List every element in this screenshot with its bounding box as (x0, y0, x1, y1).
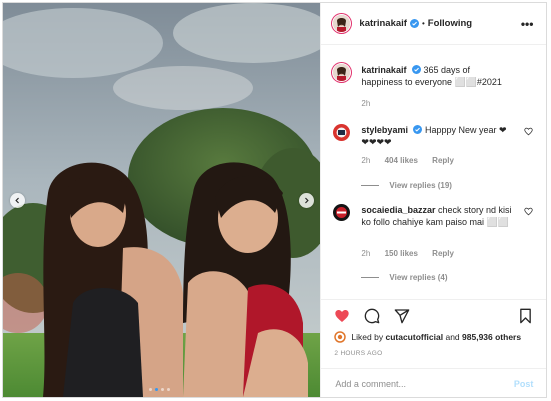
verified-badge-icon (409, 19, 419, 28)
avatar-image (333, 15, 351, 32)
caption-username[interactable]: katrinakaif (361, 65, 406, 75)
carousel-dot-active (155, 388, 158, 391)
add-comment-bar: Post (321, 368, 546, 397)
post-comment-button[interactable]: Post (514, 379, 534, 389)
chevron-left-icon (15, 197, 19, 204)
avatar-image (334, 331, 347, 343)
post-side-panel: katrinakaif • Following ••• katrinakaif … (320, 3, 546, 397)
replies-divider-line (361, 277, 380, 278)
avatar[interactable] (334, 331, 347, 343)
reply-button[interactable]: Reply (432, 156, 454, 165)
caption-item: katrinakaif 365 days of happiness to eve… (333, 64, 533, 114)
caption-meta: 2h (361, 99, 382, 108)
like-comment-heart-icon[interactable] (524, 127, 534, 136)
view-replies-button[interactable]: View replies (19) (361, 181, 452, 190)
caption-time: 2h (361, 99, 371, 108)
verified-badge-icon (413, 125, 423, 134)
bookmark-icon[interactable] (518, 308, 533, 324)
comment-body: socaiedia_bazzar check story nd kisi ko … (361, 204, 513, 228)
comment-item: socaiedia_bazzar check story nd kisi ko … (333, 204, 534, 284)
post-header: katrinakaif • Following ••• (321, 3, 546, 45)
chevron-right-icon (305, 197, 309, 204)
comment-item: stylebyami Happpy New year ❤❤❤❤❤ 2h 404 … (333, 124, 534, 194)
liked-by: Liked by cutacutofficial and 985,936 oth… (334, 331, 521, 343)
carousel-indicator (149, 388, 170, 391)
instagram-post: katrinakaif • Following ••• katrinakaif … (2, 2, 547, 398)
action-icons (334, 308, 410, 324)
carousel-dot (167, 388, 170, 391)
comment-time: 2h (361, 249, 371, 258)
comment-username[interactable]: stylebyami (361, 125, 408, 135)
view-replies-label: View replies (19) (389, 181, 452, 190)
avatar-image (333, 124, 351, 141)
post-actions: Liked by cutacutofficial and 985,936 oth… (321, 299, 546, 397)
avatar-image (333, 204, 351, 221)
avatar-image (333, 64, 351, 81)
avatar[interactable] (333, 15, 351, 32)
previous-photo-button[interactable] (10, 193, 25, 208)
verified-badge-icon (411, 65, 421, 74)
avatar[interactable] (333, 64, 351, 81)
liked-by-user[interactable]: cutacutofficial (385, 332, 443, 342)
avatar[interactable] (333, 124, 351, 141)
comment-username[interactable]: socaiedia_bazzar (361, 205, 435, 215)
post-photo[interactable] (3, 3, 321, 397)
following-button[interactable]: Following (428, 18, 472, 29)
carousel-dot (149, 388, 152, 391)
caption-body: katrinakaif 365 days of happiness to eve… (361, 64, 513, 88)
avatar[interactable] (333, 204, 351, 221)
liked-by-count[interactable]: 985,936 others (462, 332, 521, 342)
share-icon[interactable] (394, 308, 410, 324)
comment-time: 2h (361, 156, 371, 165)
comment-icon[interactable] (364, 308, 380, 324)
liked-by-prefix: Liked by (351, 332, 384, 342)
carousel-dot (161, 388, 164, 391)
photo-image (3, 3, 321, 397)
more-options-icon[interactable]: ••• (521, 17, 534, 31)
header-separator: • (421, 19, 425, 28)
comment-meta: 2h 404 likes Reply (361, 156, 466, 165)
header-username[interactable]: katrinakaif (359, 18, 407, 29)
replies-divider-line (361, 185, 380, 186)
reply-button[interactable]: Reply (432, 249, 454, 258)
view-replies-button[interactable]: View replies (4) (361, 273, 448, 282)
next-photo-button[interactable] (299, 193, 314, 208)
like-comment-heart-icon[interactable] (524, 207, 534, 216)
comment-likes[interactable]: 150 likes (385, 249, 418, 258)
heart-icon[interactable] (334, 308, 350, 324)
comments-list[interactable]: katrinakaif 365 days of happiness to eve… (321, 46, 546, 298)
comment-meta: 2h 150 likes Reply (361, 249, 466, 258)
view-replies-label: View replies (4) (389, 273, 448, 282)
add-comment-input[interactable] (335, 378, 514, 389)
post-timestamp[interactable]: 2 HOURS AGO (334, 350, 382, 357)
comment-likes[interactable]: 404 likes (385, 156, 418, 165)
liked-by-and: and (445, 332, 460, 342)
comment-body: stylebyami Happpy New year ❤❤❤❤❤ (361, 124, 513, 148)
